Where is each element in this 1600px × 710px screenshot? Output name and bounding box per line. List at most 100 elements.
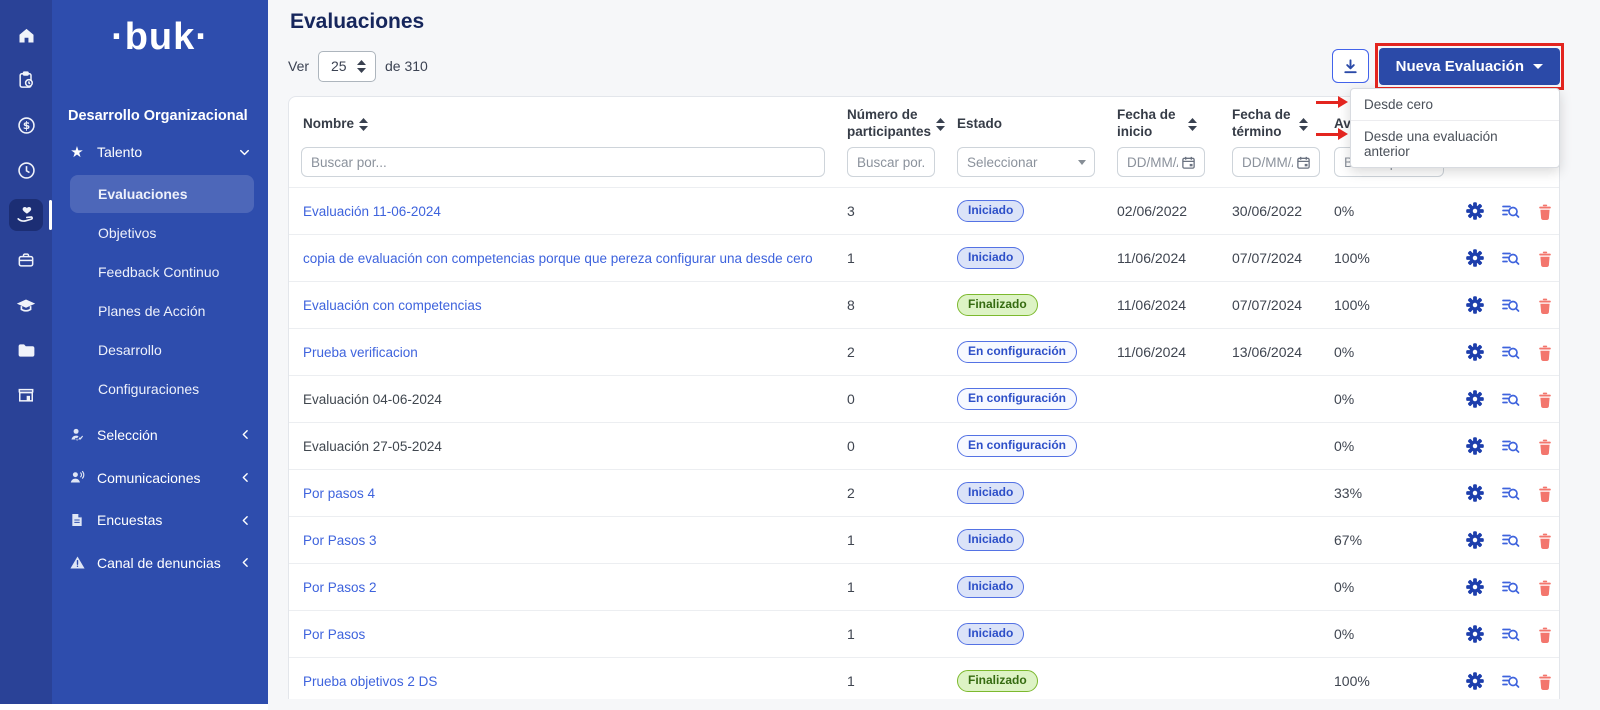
start-date-filter[interactable]: DD/MM/AAAA (1117, 147, 1205, 177)
page-title: Evaluaciones (288, 10, 1560, 34)
rail-item-marketplace[interactable] (0, 376, 52, 414)
settings-gear-icon[interactable] (1466, 390, 1484, 408)
evaluation-name-link[interactable]: Por Pasos (303, 627, 365, 642)
review-list-search-icon[interactable] (1501, 578, 1520, 596)
name-filter-input[interactable] (301, 147, 825, 177)
review-list-search-icon[interactable] (1501, 531, 1520, 549)
menu-item-desde-evaluacion-anterior[interactable]: Desde una evaluación anterior (1351, 120, 1559, 167)
rail-item-home[interactable] (0, 16, 52, 54)
column-header-nombre[interactable]: Nombre (289, 116, 839, 133)
review-list-search-icon[interactable] (1501, 390, 1520, 408)
participants-count: 8 (839, 297, 949, 313)
menu-item-desde-cero[interactable]: Desde cero (1351, 89, 1559, 120)
participants-filter-input[interactable] (847, 147, 935, 177)
evaluation-name-link[interactable]: Por pasos 4 (303, 486, 375, 501)
review-list-search-icon[interactable] (1501, 437, 1520, 455)
delete-trash-icon[interactable] (1537, 532, 1553, 549)
sidebar-group-encuestas[interactable]: Encuestas (52, 499, 268, 541)
evaluation-name-link[interactable]: Evaluación 04-06-2024 (303, 392, 442, 407)
review-list-search-icon[interactable] (1501, 343, 1520, 361)
end-date-filter[interactable]: DD/MM/AAAA (1232, 147, 1320, 177)
sidebar-item-desarrollo[interactable]: Desarrollo (70, 331, 254, 369)
sort-icon[interactable] (1188, 118, 1197, 131)
rail-item-payroll[interactable]: $ (0, 106, 52, 144)
rail-item-time[interactable] (0, 151, 52, 189)
start-date: 11/06/2024 (1109, 250, 1224, 266)
review-list-search-icon[interactable] (1501, 202, 1520, 220)
status-badge: Iniciado (957, 247, 1024, 269)
end-date: 07/07/2024 (1224, 250, 1326, 266)
delete-trash-icon[interactable] (1537, 344, 1553, 361)
evaluation-name-link[interactable]: Prueba objetivos 2 DS (303, 674, 437, 689)
status-filter-select[interactable]: Seleccionar (957, 147, 1095, 177)
progress-value: 0% (1326, 438, 1446, 454)
evaluation-name-link[interactable]: Evaluación 11-06-2024 (303, 204, 441, 219)
column-header-fecha-inicio[interactable]: Fecha de inicio (1109, 107, 1224, 141)
settings-gear-icon[interactable] (1466, 578, 1484, 596)
delete-trash-icon[interactable] (1537, 438, 1553, 455)
delete-trash-icon[interactable] (1537, 579, 1553, 596)
column-header-fecha-termino[interactable]: Fecha de término (1224, 107, 1326, 141)
sidebar-item-feedback-continuo[interactable]: Feedback Continuo (70, 253, 254, 291)
annotation-arrow (1316, 96, 1348, 108)
column-header-participantes[interactable]: Número de participantes (839, 107, 949, 141)
participants-count: 1 (839, 579, 949, 595)
start-date: 02/06/2022 (1109, 203, 1224, 219)
end-date: 07/07/2024 (1224, 297, 1326, 313)
page-size-select[interactable]: 25 (318, 51, 376, 82)
sidebar-group-talento[interactable]: ★ Talento (52, 130, 268, 174)
evaluations-table: Nombre Número de participantes Estado Fe… (288, 96, 1560, 699)
rail-item-talent[interactable] (0, 196, 52, 234)
settings-gear-icon[interactable] (1466, 343, 1484, 361)
delete-trash-icon[interactable] (1537, 203, 1553, 220)
sidebar-item-objetivos[interactable]: Objetivos (70, 214, 254, 252)
review-list-search-icon[interactable] (1501, 249, 1520, 267)
sidebar-group-canal-de-denuncias[interactable]: Canal de denuncias (52, 541, 268, 584)
review-list-search-icon[interactable] (1501, 672, 1520, 690)
delete-trash-icon[interactable] (1537, 391, 1553, 408)
sidebar-item-evaluaciones[interactable]: Evaluaciones (70, 175, 254, 213)
table-row: Evaluación 11-06-2024 3 Iniciado 02/06/2… (289, 187, 1559, 234)
settings-gear-icon[interactable] (1466, 672, 1484, 690)
chevron-left-icon (239, 556, 252, 569)
delete-trash-icon[interactable] (1537, 485, 1553, 502)
download-button[interactable] (1332, 49, 1369, 83)
delete-trash-icon[interactable] (1537, 250, 1553, 267)
sidebar-item-planes-de-accion[interactable]: Planes de Acción (70, 292, 254, 330)
document-icon (68, 512, 86, 528)
rail-item-onboarding[interactable] (0, 61, 52, 99)
evaluation-name-link[interactable]: copia de evaluación con competencias por… (303, 251, 813, 266)
progress-value: 100% (1326, 297, 1446, 313)
rail-item-training[interactable] (0, 286, 52, 324)
sort-icon[interactable] (359, 118, 368, 131)
review-list-search-icon[interactable] (1501, 625, 1520, 643)
settings-gear-icon[interactable] (1466, 202, 1484, 220)
sort-icon[interactable] (1299, 118, 1308, 131)
settings-gear-icon[interactable] (1466, 249, 1484, 267)
evaluation-name-link[interactable]: Evaluación 27-05-2024 (303, 439, 442, 454)
rail-item-benefits[interactable] (0, 241, 52, 279)
evaluation-name-link[interactable]: Evaluación con competencias (303, 298, 482, 313)
review-list-search-icon[interactable] (1501, 296, 1520, 314)
evaluation-name-link[interactable]: Prueba verificacion (303, 345, 418, 360)
sort-icon[interactable] (936, 118, 945, 131)
settings-gear-icon[interactable] (1466, 484, 1484, 502)
review-list-search-icon[interactable] (1501, 484, 1520, 502)
evaluation-name-link[interactable]: Por Pasos 3 (303, 533, 377, 548)
evaluation-name-link[interactable]: Por Pasos 2 (303, 580, 377, 595)
delete-trash-icon[interactable] (1537, 297, 1553, 314)
sidebar-group-seleccion[interactable]: Selección (52, 413, 268, 456)
delete-trash-icon[interactable] (1537, 673, 1553, 690)
sidebar-item-configuraciones[interactable]: Configuraciones (70, 370, 254, 408)
settings-gear-icon[interactable] (1466, 437, 1484, 455)
settings-gear-icon[interactable] (1466, 625, 1484, 643)
rail-item-documents[interactable] (0, 331, 52, 369)
progress-value: 33% (1326, 485, 1446, 501)
new-evaluation-button[interactable]: Nueva Evaluación (1379, 48, 1560, 85)
delete-trash-icon[interactable] (1537, 626, 1553, 643)
settings-gear-icon[interactable] (1466, 531, 1484, 549)
settings-gear-icon[interactable] (1466, 296, 1484, 314)
column-header-estado[interactable]: Estado (949, 116, 1109, 133)
status-badge: Iniciado (957, 529, 1024, 551)
sidebar-group-comunicaciones[interactable]: Comunicaciones (52, 456, 268, 499)
